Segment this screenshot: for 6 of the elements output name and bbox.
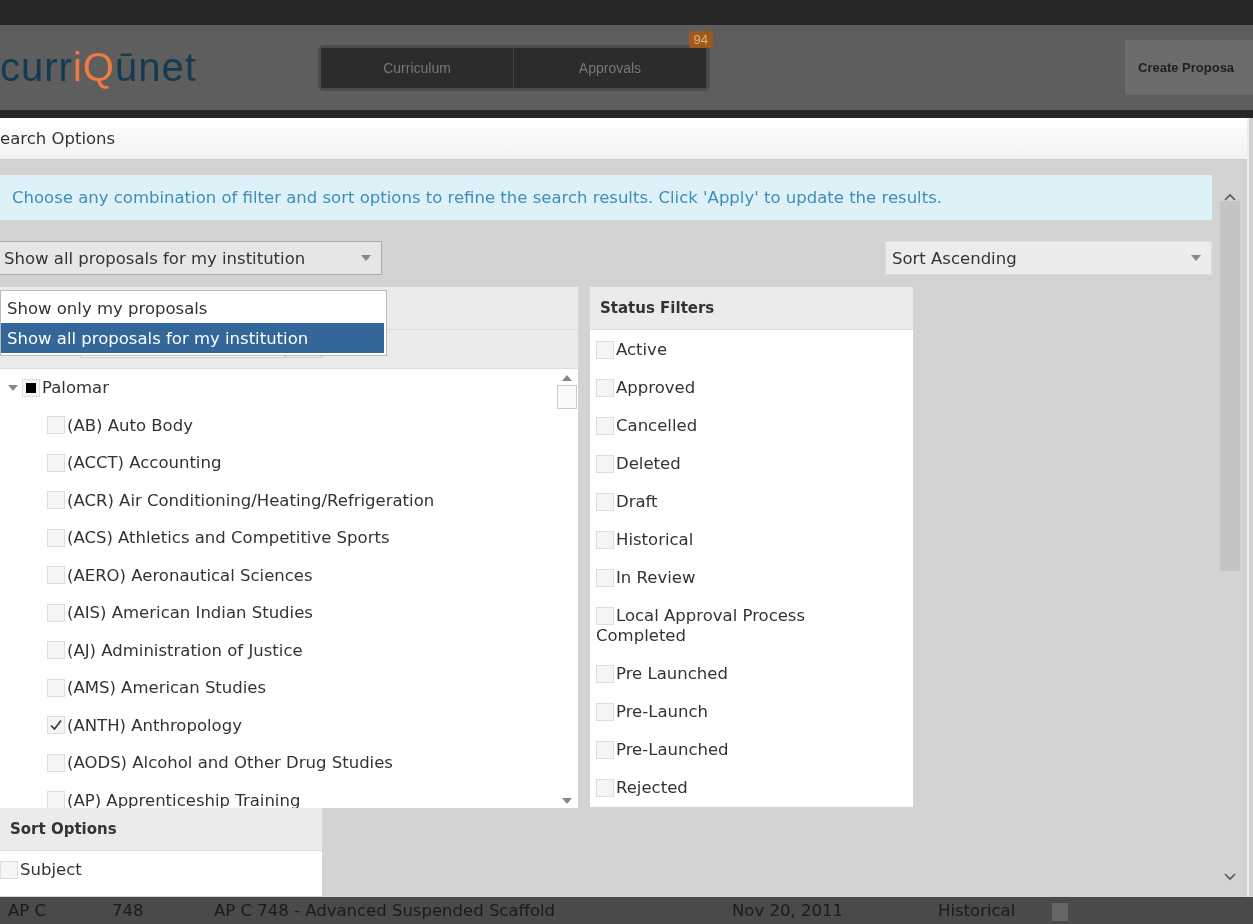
- panel-title: Sort Options: [10, 820, 117, 838]
- dialog-title: earch Options: [0, 129, 116, 148]
- info-text: Choose any combination of filter and sort options to refine the search results. Click 'Apply' to update the results.: [12, 188, 942, 207]
- panel-title: Status Filters: [600, 299, 715, 317]
- count-badge: 94: [688, 30, 713, 48]
- logo: curriQūnet: [0, 45, 198, 90]
